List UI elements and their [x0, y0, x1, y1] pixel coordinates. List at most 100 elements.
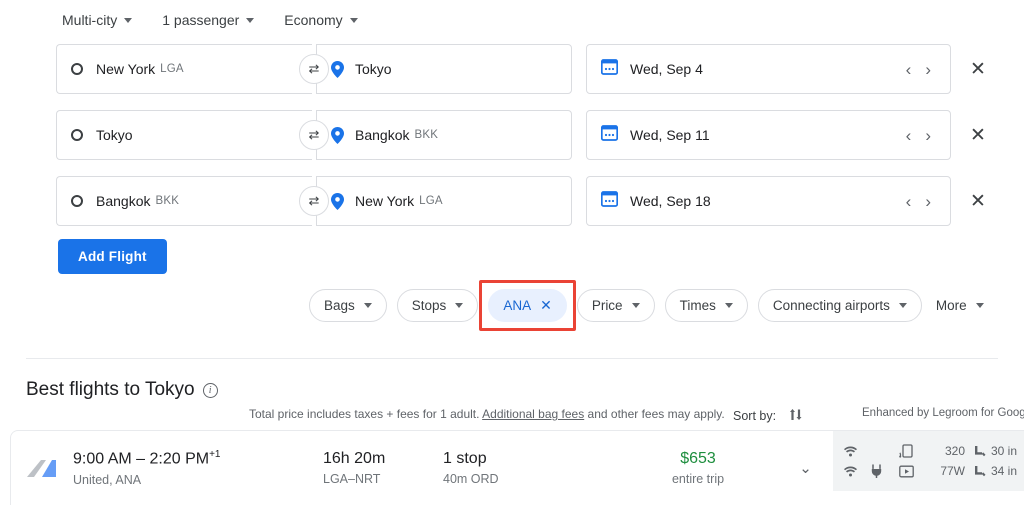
destination-input[interactable]: Bangkok BKK: [316, 110, 572, 160]
filter-chip-label: Bags: [324, 298, 355, 313]
info-icon[interactable]: i: [202, 382, 218, 398]
filter-chip-bags[interactable]: Bags: [309, 289, 387, 322]
layover-info: 40m ORD: [443, 472, 499, 486]
legroom-value: 34 in: [991, 464, 1018, 478]
trip-type-selector[interactable]: Multi-city: [60, 8, 134, 32]
add-flight-button[interactable]: Add Flight: [58, 239, 167, 274]
filter-chip-more[interactable]: More: [932, 289, 988, 322]
filter-chip-price[interactable]: Price: [576, 289, 655, 322]
date-value: Wed, Sep 18: [630, 193, 711, 209]
filter-chip-ana[interactable]: ANA ✕: [488, 289, 567, 322]
origin-input[interactable]: Tokyo: [56, 110, 312, 160]
remove-flight-icon[interactable]: ✕: [963, 186, 993, 216]
filter-chip-label: Connecting airports: [772, 298, 890, 313]
cabin-class-selector[interactable]: Economy: [282, 8, 359, 32]
filter-chip-label: ANA: [503, 298, 532, 313]
duration-cell: 16h 20m LGA–NRT: [323, 450, 443, 486]
date-value: Wed, Sep 11: [630, 127, 710, 143]
next-day-icon[interactable]: ›: [918, 127, 938, 144]
remove-flight-icon[interactable]: ✕: [963, 120, 993, 150]
day-offset: +1: [209, 449, 221, 461]
date-input[interactable]: Wed, Sep 11 ‹ ›: [586, 110, 951, 160]
calendar-icon: [600, 58, 619, 80]
legroom-attribution: Enhanced by Legroom for Google F: [862, 407, 1024, 419]
remove-flight-icon[interactable]: ✕: [963, 54, 993, 84]
previous-day-icon[interactable]: ‹: [899, 61, 919, 78]
chevron-down-icon: [975, 303, 984, 308]
swap-icon[interactable]: ⇄: [299, 120, 329, 150]
swap-icon[interactable]: ⇄: [299, 54, 329, 84]
circle-icon: [71, 129, 83, 141]
legroom-info: 34 in: [973, 464, 1017, 478]
flight-row: Bangkok BKK New York LGA ⇄ Wed, Sep 18 ‹: [56, 176, 993, 226]
filter-chip-stops[interactable]: Stops: [396, 289, 479, 322]
filter-chip-label: More: [935, 298, 967, 313]
expand-flight-icon[interactable]: ⌄: [778, 459, 833, 477]
filter-chip-label: Price: [591, 298, 623, 313]
stops-count: 1 stop: [443, 450, 487, 467]
page-title: Best flights to Tokyo: [26, 379, 195, 400]
disclaimer-pre: Total price includes taxes + fees for 1 …: [249, 407, 483, 421]
additional-bag-fees-link[interactable]: Additional bag fees: [482, 407, 584, 421]
origin-destination-group: Tokyo Bangkok BKK ⇄: [56, 110, 572, 160]
filter-chip-times[interactable]: Times: [664, 289, 748, 322]
passengers-selector[interactable]: 1 passenger: [160, 8, 256, 32]
origin-city: Bangkok: [96, 193, 151, 209]
sort-by-control[interactable]: Sort by:: [733, 406, 804, 426]
price-note: entire trip: [671, 472, 725, 486]
sort-arrows-icon[interactable]: [788, 406, 804, 426]
price-disclaimer: Total price includes taxes + fees for 1 …: [249, 407, 725, 421]
legroom-info: 30 in: [973, 444, 1017, 458]
wifi-icon: [843, 465, 871, 477]
airline-filter-highlight: ANA ✕: [479, 280, 576, 331]
section-divider: [26, 358, 998, 359]
origin-destination-group: New York LGA Tokyo ⇄: [56, 44, 572, 94]
close-icon[interactable]: ✕: [540, 297, 552, 314]
origin-destination-group: Bangkok BKK New York LGA ⇄: [56, 176, 572, 226]
location-pin-icon: [331, 126, 344, 144]
destination-input[interactable]: Tokyo: [316, 44, 572, 94]
destination-city: New York: [355, 193, 415, 209]
sort-by-label: Sort by:: [733, 409, 777, 423]
google-flights-search-page: Multi-city 1 passenger Economy New York …: [0, 0, 1024, 505]
circle-icon: [71, 63, 83, 75]
flight-times-text: 9:00 AM – 2:20 PM: [73, 450, 210, 468]
chevron-down-icon: [124, 17, 133, 23]
destination-city: Bangkok: [355, 127, 410, 143]
swap-icon[interactable]: ⇄: [299, 186, 329, 216]
origin-city: New York: [96, 61, 156, 77]
legroom-value: 30 in: [991, 444, 1018, 458]
calendar-icon: [600, 124, 619, 146]
flight-rows: New York LGA Tokyo ⇄ Wed, Sep 4 ‹ › ✕ To…: [56, 44, 993, 242]
next-day-icon[interactable]: ›: [918, 193, 938, 210]
circle-icon: [71, 195, 83, 207]
chevron-down-icon: [724, 303, 733, 308]
next-day-icon[interactable]: ›: [918, 61, 938, 78]
seat-legroom-icon: [975, 445, 986, 456]
power-outlet-icon: [871, 464, 899, 478]
flight-price: $653: [680, 450, 716, 467]
power-wattage: 77W: [940, 464, 965, 478]
flight-row: New York LGA Tokyo ⇄ Wed, Sep 4 ‹ › ✕: [56, 44, 993, 94]
origin-city: Tokyo: [96, 127, 133, 143]
chevron-down-icon: [455, 303, 464, 308]
date-value: Wed, Sep 4: [630, 61, 703, 77]
price-cell: $653 entire trip: [618, 450, 778, 486]
origin-input[interactable]: Bangkok BKK: [56, 176, 312, 226]
flight-duration: 16h 20m: [323, 450, 386, 467]
filter-chip-connecting-airports[interactable]: Connecting airports: [757, 289, 922, 322]
date-input[interactable]: Wed, Sep 4 ‹ ›: [586, 44, 951, 94]
chevron-down-icon: [246, 17, 255, 23]
aircraft-type: 320: [944, 444, 965, 458]
origin-input[interactable]: New York LGA: [56, 44, 312, 94]
destination-city: Tokyo: [355, 61, 392, 77]
filter-chip-label: Times: [679, 298, 716, 313]
previous-day-icon[interactable]: ‹: [899, 127, 919, 144]
date-input[interactable]: Wed, Sep 18 ‹ ›: [586, 176, 951, 226]
flight-route: LGA–NRT: [323, 472, 381, 486]
destination-input[interactable]: New York LGA: [316, 176, 572, 226]
location-pin-icon: [331, 192, 344, 210]
amenities-row: 320 30 in: [843, 444, 1024, 458]
flight-row: Tokyo Bangkok BKK ⇄ Wed, Sep 11 ‹ › ✕: [56, 110, 993, 160]
previous-day-icon[interactable]: ‹: [899, 193, 919, 210]
